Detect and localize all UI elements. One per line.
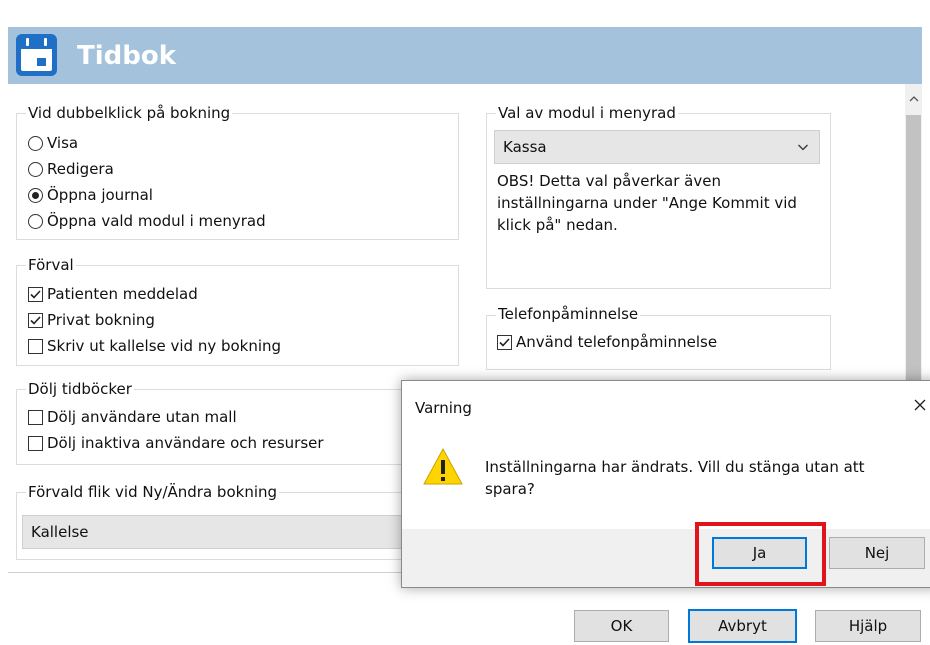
radio-label: Visa xyxy=(47,134,79,152)
page-title: Tidbok xyxy=(77,41,177,71)
dropdown-value: Kallelse xyxy=(31,523,89,541)
checkbox-label: Använd telefonpåminnelse xyxy=(516,333,718,351)
hide-group-title: Dölj tidböcker xyxy=(26,380,134,398)
ok-button[interactable]: OK xyxy=(574,610,669,642)
close-icon[interactable] xyxy=(912,396,930,416)
checkbox-dolj-inaktiva[interactable]: Dölj inaktiva användare och resurser xyxy=(28,432,324,454)
warning-icon xyxy=(422,447,464,487)
radio-button-selected[interactable] xyxy=(28,187,43,203)
radio-label: Öppna vald modul i menyrad xyxy=(47,212,266,230)
no-button[interactable]: Nej xyxy=(829,537,925,569)
radio-visa[interactable]: Visa xyxy=(28,132,78,154)
checkbox[interactable] xyxy=(28,409,43,425)
dialog-title: Varning xyxy=(415,399,472,417)
highlight-annotation xyxy=(695,522,826,586)
checkbox-label: Patienten meddelad xyxy=(47,285,198,303)
checkbox-label: Skriv ut kallelse vid ny bokning xyxy=(47,337,282,355)
cancel-button[interactable]: Avbryt xyxy=(688,609,797,643)
checkbox-label: Dölj användare utan mall xyxy=(47,408,237,426)
radio-label: Redigera xyxy=(47,160,114,178)
checkbox[interactable] xyxy=(28,435,43,451)
checkbox-label: Dölj inaktiva användare och resurser xyxy=(47,434,324,452)
scroll-up-arrow-icon[interactable] xyxy=(905,88,922,110)
radio-oppna-journal[interactable]: Öppna journal xyxy=(28,184,153,206)
checkbox-dolj-anvandare[interactable]: Dölj användare utan mall xyxy=(28,406,237,428)
checkbox[interactable] xyxy=(28,312,43,328)
checkbox-privat-bokning[interactable]: Privat bokning xyxy=(28,309,155,331)
checkbox-patienten-meddelad[interactable]: Patienten meddelad xyxy=(28,283,198,305)
radio-oppna-vald-modul[interactable]: Öppna vald modul i menyrad xyxy=(28,210,266,232)
radio-redigera[interactable]: Redigera xyxy=(28,158,114,180)
scrollbar-thumb[interactable] xyxy=(906,115,921,380)
checkbox-telefonpaminnelse[interactable]: Använd telefonpåminnelse xyxy=(497,331,717,353)
default-tab-dropdown[interactable]: Kallelse xyxy=(22,515,442,549)
module-dropdown[interactable]: Kassa xyxy=(494,130,820,164)
preset-group-title: Förval xyxy=(26,256,76,274)
checkbox-label: Privat bokning xyxy=(47,311,155,329)
radio-button[interactable] xyxy=(28,161,43,177)
chevron-down-icon xyxy=(798,144,808,151)
dialog-message: Inställningarna har ändrats. Vill du stä… xyxy=(485,458,865,498)
calendar-icon xyxy=(15,33,58,77)
phone-group-title: Telefonpåminnelse xyxy=(496,305,641,323)
checkbox[interactable] xyxy=(28,286,43,302)
default-tab-group-title: Förvald flik vid Ny/Ändra bokning xyxy=(26,483,280,501)
checkbox-skriv-ut-kallelse[interactable]: Skriv ut kallelse vid ny bokning xyxy=(28,335,281,357)
radio-button[interactable] xyxy=(28,213,43,229)
radio-label: Öppna journal xyxy=(47,186,153,204)
dropdown-value: Kassa xyxy=(503,138,547,156)
radio-button[interactable] xyxy=(28,135,43,151)
module-group-title: Val av modul i menyrad xyxy=(496,104,678,122)
checkbox[interactable] xyxy=(497,334,512,350)
checkbox[interactable] xyxy=(28,338,43,354)
help-button[interactable]: Hjälp xyxy=(815,610,921,642)
module-note: OBS! Detta val påverkar även inställning… xyxy=(497,172,797,234)
dblclick-group-title: Vid dubbelklick på bokning xyxy=(26,104,233,122)
